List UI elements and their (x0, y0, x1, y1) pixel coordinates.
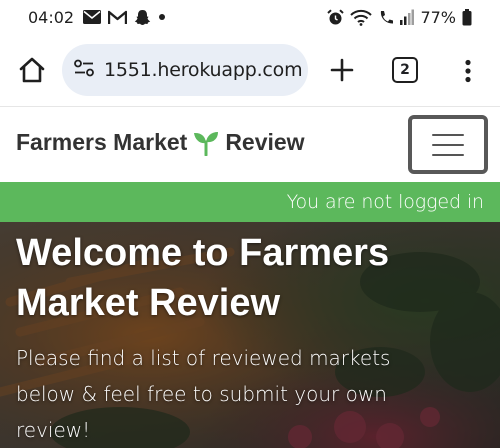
brand-text-part2: Review (225, 129, 305, 155)
mail-icon (83, 10, 102, 24)
login-status-text: You are not logged in (286, 191, 485, 213)
sprout-icon (193, 130, 219, 156)
dot-icon (158, 13, 166, 21)
wifi-calling-icon (378, 9, 394, 26)
new-tab-button[interactable] (327, 53, 357, 87)
battery-percent: 77% (420, 7, 456, 27)
wifi-icon (350, 9, 373, 26)
status-right: 77% (327, 8, 472, 27)
hamburger-line (432, 133, 464, 136)
hero-content: Welcome to Farmers Market Review Please … (16, 228, 486, 448)
more-vert-icon (465, 59, 471, 83)
status-bar: 04:02 77% (0, 0, 500, 34)
snapchat-icon (134, 9, 151, 26)
status-left: 04:02 (28, 8, 166, 27)
battery-icon (462, 8, 472, 26)
alarm-icon (327, 8, 345, 26)
signal-icon (400, 9, 415, 25)
home-button[interactable] (14, 52, 50, 88)
hero-section: Welcome to Farmers Market Review Please … (0, 222, 500, 448)
plus-icon (330, 58, 354, 82)
nav-toggle-button[interactable] (408, 115, 488, 174)
browser-toolbar: 1551.herokuapp.com 2 (0, 34, 500, 106)
hero-subtitle: Please find a list of reviewed markets b… (16, 346, 391, 442)
status-time: 04:02 (28, 7, 75, 27)
tab-switcher-button[interactable]: 2 (392, 57, 418, 83)
site-settings-icon[interactable] (74, 59, 94, 82)
browser-menu-button[interactable] (455, 54, 481, 88)
hamburger-line (432, 143, 464, 146)
hamburger-line (432, 153, 464, 156)
brand-text-part1: Farmers Market (16, 129, 188, 155)
hero-title: Welcome to Farmers Market Review (16, 232, 390, 324)
address-bar[interactable]: 1551.herokuapp.com (62, 44, 308, 96)
gmail-icon (108, 10, 128, 25)
login-status-bar: You are not logged in (0, 182, 500, 222)
home-icon (19, 57, 45, 83)
tab-count: 2 (400, 62, 410, 78)
url-text: 1551.herokuapp.com (104, 59, 303, 81)
site-navbar: Farmers Market Review (0, 107, 500, 182)
site-brand-link[interactable]: Farmers Market Review (16, 129, 305, 156)
